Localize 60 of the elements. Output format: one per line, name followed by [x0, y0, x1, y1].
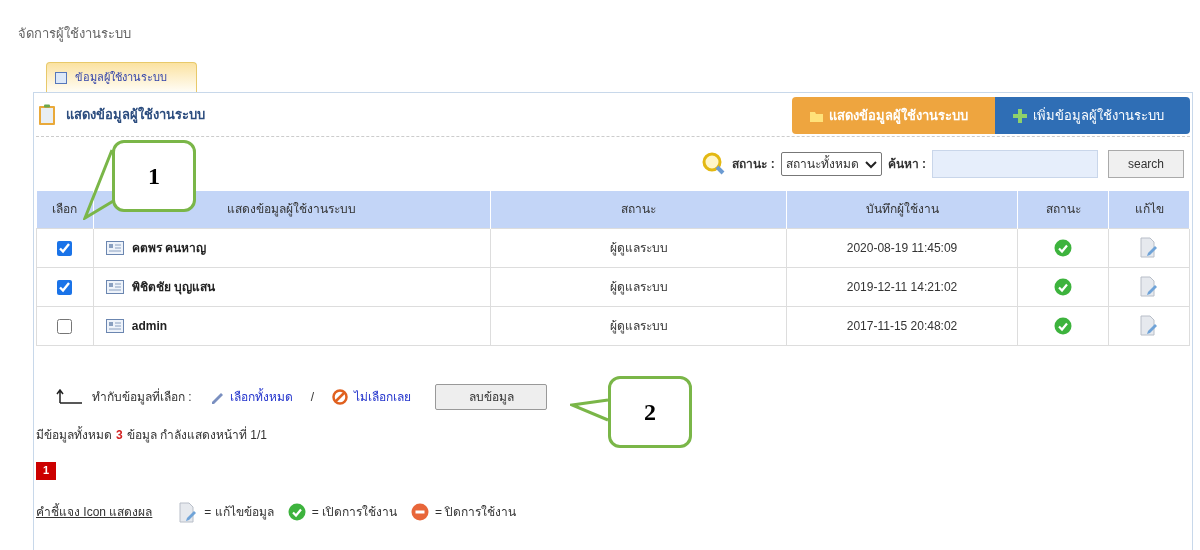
user-name: คตพร คนหาญ [131, 239, 207, 257]
plus-icon [1013, 108, 1027, 123]
record-count: 3 [116, 426, 123, 444]
summary-text: ข้อมูล กำลังแสดงหน้าที่ 1/1 [126, 425, 268, 444]
user-name: พิชิตชัย บุญแสน [131, 278, 216, 296]
status-label: สถานะ : [732, 156, 775, 173]
chevron-down-icon [864, 159, 877, 169]
no-entry-icon [332, 388, 348, 405]
document-pencil-icon[interactable] [1139, 237, 1160, 258]
legend-label: = แก้ไขข้อมูล [204, 504, 274, 521]
id-card-icon [105, 318, 124, 333]
column-header: เลือก [52, 202, 78, 217]
minus-circle-icon [411, 503, 430, 521]
row-checkbox[interactable] [57, 318, 73, 334]
legend-title: คำชี้แจง Icon แสดงผล [36, 503, 153, 521]
table-cell: ผู้ดูแลระบบ [609, 279, 668, 294]
folder-icon [810, 109, 823, 122]
page-button[interactable]: 1 [36, 461, 56, 480]
summary-text: มีข้อมูลทั้งหมด [36, 425, 112, 444]
column-header: สถานะ [621, 202, 657, 217]
table-cell: 2017-11-15 20:48:02 [846, 318, 958, 333]
clipboard-icon [38, 103, 56, 126]
search-icon [702, 152, 727, 176]
separator: / [310, 388, 314, 406]
search-button[interactable]: search [1108, 150, 1184, 178]
page-title: จัดการผู้ใช้งานระบบ [18, 25, 132, 44]
table-cell: ผู้ดูแลระบบ [609, 240, 668, 255]
document-pencil-icon[interactable] [1139, 315, 1160, 336]
table-cell: ผู้ดูแลระบบ [609, 318, 668, 333]
callout-pointer [570, 398, 610, 422]
document-pencil-icon [178, 501, 199, 523]
status-dropdown[interactable]: สถานะทั้งหมด [780, 152, 882, 176]
square-icon [55, 71, 67, 84]
column-header: แก้ไข [1134, 202, 1164, 217]
row-checkbox[interactable] [57, 240, 73, 256]
table-cell: 2020-08-19 11:45:09 [846, 240, 958, 255]
legend-label: = ปิดการใช้งาน [435, 504, 517, 521]
callout-bubble: 1 [112, 140, 196, 212]
delete-button[interactable]: ลบข้อมูล [435, 383, 547, 410]
corner-arrow-icon [56, 389, 82, 404]
legend-label: = เปิดการใช้งาน [311, 504, 398, 521]
id-card-icon [105, 279, 124, 294]
callout-bubble: 2 [608, 376, 692, 448]
column-header: แสดงข้อมูลผู้ใช้งานระบบ [227, 202, 357, 217]
select-all-link[interactable]: เลือกทั้งหมด [209, 387, 293, 406]
search-field[interactable] [932, 150, 1098, 178]
id-card-icon [105, 240, 124, 255]
document-pencil-icon[interactable] [1139, 276, 1160, 297]
tab[interactable]: ข้อมูลผู้ใช้งานระบบ [46, 62, 197, 92]
select-none-link[interactable]: ไม่เลือกเลย [332, 387, 411, 406]
row-checkbox[interactable] [57, 279, 73, 295]
user-name: admin [131, 317, 168, 335]
check-circle-icon [287, 503, 306, 521]
column-header: บันทึกผู้ใช้งาน [865, 202, 939, 217]
header-button[interactable]: เพิ่มข้อมูลผู้ใช้งานระบบ [995, 97, 1190, 134]
table-cell: 2019-12-11 14:21:02 [846, 279, 958, 294]
column-header: สถานะ [1045, 202, 1081, 217]
search-label: ค้นหา : [887, 156, 926, 173]
bulk-action-label: ทำกับข้อมูลที่เลือก : [92, 387, 192, 406]
panel-title: แสดงข้อมูลผู้ใช้งานระบบ [66, 105, 205, 125]
